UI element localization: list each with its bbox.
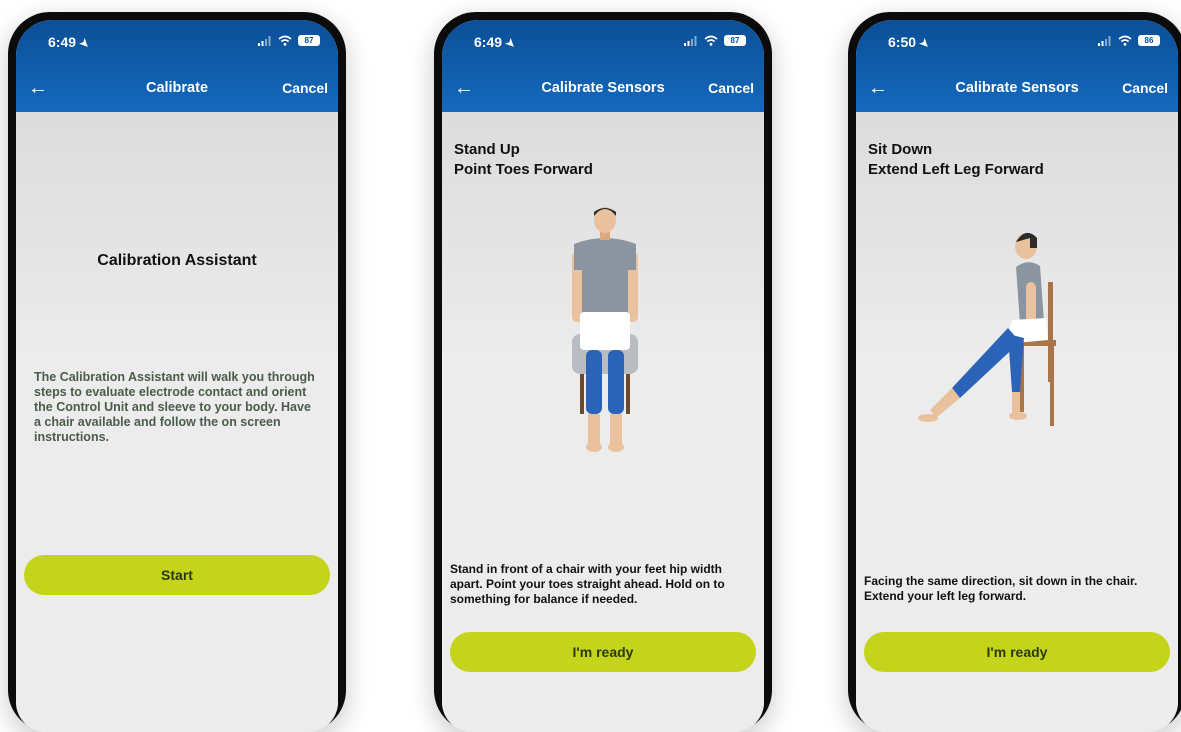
top-bar: 6:50➤ 86 ← Calibrate Sensors Cancel xyxy=(856,20,1178,112)
wifi-icon xyxy=(704,35,718,46)
content-area: Sit Down Extend Left Leg Forward Facing … xyxy=(856,112,1178,732)
step-heading: Stand Up Point Toes Forward xyxy=(454,140,593,180)
content-area: Calibration Assistant The Calibration As… xyxy=(16,112,338,732)
status-icons: 86 xyxy=(1098,35,1160,46)
assistant-title: Calibration Assistant xyxy=(97,252,257,269)
battery-icon: 86 xyxy=(1138,35,1160,46)
seated-person-illustration xyxy=(918,232,1056,426)
step-heading-line2: Extend Left Leg Forward xyxy=(868,161,1044,178)
left-leg-sleeve xyxy=(952,328,1020,398)
battery-icon: 87 xyxy=(298,35,320,46)
start-button[interactable]: Start xyxy=(24,555,330,595)
left-shin xyxy=(588,414,600,444)
left-foot xyxy=(586,442,602,452)
status-time: 6:50➤ xyxy=(888,34,932,52)
ready-button[interactable]: I'm ready xyxy=(864,632,1170,672)
left-foot xyxy=(918,414,938,422)
signal-icon xyxy=(258,35,271,46)
phone-sit-down: 6:50➤ 86 ← Calibrate Sensors Cancel Sit … xyxy=(848,12,1181,732)
cancel-button[interactable]: Cancel xyxy=(282,80,328,96)
nav-bar: ← Calibrate Sensors Cancel xyxy=(442,72,764,108)
screen: 6:49➤ 87 ← Calibrate Cancel Calibration … xyxy=(16,20,338,732)
right-leg-sleeve xyxy=(608,350,624,414)
status-time: 6:49➤ xyxy=(48,34,92,52)
left-leg-sleeve xyxy=(586,350,602,414)
assistant-description: The Calibration Assistant will walk you … xyxy=(34,370,315,444)
chair-leg xyxy=(580,374,584,414)
cancel-button[interactable]: Cancel xyxy=(708,80,754,96)
step-instruction: Facing the same direction, sit down in t… xyxy=(864,574,1138,603)
left-shin xyxy=(930,388,960,418)
phone-stand-up: 6:49➤ 87 ← Calibrate Sensors Cancel Stan… xyxy=(434,12,772,732)
right-foot xyxy=(1009,412,1027,420)
cancel-button[interactable]: Cancel xyxy=(1122,80,1168,96)
step-heading: Sit Down Extend Left Leg Forward xyxy=(868,140,1044,180)
nav-bar: ← Calibrate Sensors Cancel xyxy=(856,72,1178,108)
ready-button[interactable]: I'm ready xyxy=(450,632,756,672)
location-arrow-icon: ➤ xyxy=(76,36,92,52)
shorts xyxy=(580,312,630,350)
standing-person-illustration xyxy=(572,207,638,452)
status-bar: 6:49➤ 87 xyxy=(16,34,338,54)
right-shin xyxy=(610,414,622,444)
status-bar: 6:49➤ 87 xyxy=(442,34,764,54)
right-shin xyxy=(1012,392,1020,414)
top-bar: 6:49➤ 87 ← Calibrate Cancel xyxy=(16,20,338,112)
wifi-icon xyxy=(278,35,292,46)
signal-icon xyxy=(1098,35,1111,46)
chair-leg xyxy=(626,374,630,414)
shirt xyxy=(574,238,636,314)
top-bar: 6:49➤ 87 ← Calibrate Sensors Cancel xyxy=(442,20,764,112)
chair-leg xyxy=(1050,346,1054,426)
location-arrow-icon: ➤ xyxy=(502,36,518,52)
wifi-icon xyxy=(1118,35,1132,46)
signal-icon xyxy=(684,35,697,46)
step-heading-line2: Point Toes Forward xyxy=(454,161,593,178)
status-time: 6:49➤ xyxy=(474,34,518,52)
step-heading-line1: Sit Down xyxy=(868,141,933,158)
phone-calibrate: 6:49➤ 87 ← Calibrate Cancel Calibration … xyxy=(8,12,346,732)
step-heading-line1: Stand Up xyxy=(454,141,520,158)
status-icons: 87 xyxy=(684,35,746,46)
right-foot xyxy=(608,442,624,452)
status-bar: 6:50➤ 86 xyxy=(856,34,1178,54)
status-icons: 87 xyxy=(258,35,320,46)
content-area: Stand Up Point Toes Forward Stand in fro… xyxy=(442,112,764,732)
battery-icon: 87 xyxy=(724,35,746,46)
step-instruction: Stand in front of a chair with your feet… xyxy=(450,562,725,606)
screen: 6:50➤ 86 ← Calibrate Sensors Cancel Sit … xyxy=(856,20,1178,732)
nav-bar: ← Calibrate Cancel xyxy=(16,72,338,108)
location-arrow-icon: ➤ xyxy=(916,36,932,52)
screen: 6:49➤ 87 ← Calibrate Sensors Cancel Stan… xyxy=(442,20,764,732)
